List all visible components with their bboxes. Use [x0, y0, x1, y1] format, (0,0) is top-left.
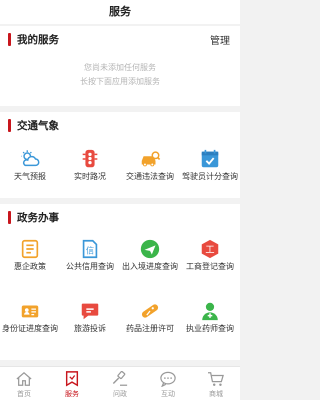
section-marker [8, 210, 11, 224]
home-icon [16, 371, 32, 386]
my-services-section: 我的服务 管理 您尚未添加任何服务 长按下面应用添加服务 [0, 26, 240, 106]
chat-icon [160, 371, 176, 387]
id-card-icon [21, 305, 39, 318]
empty-hint: 您尚未添加任何服务 [84, 63, 156, 72]
service-realtime-traffic[interactable]: 实时路况 [60, 148, 120, 182]
gov-affairs-section: 政务办事 惠企政策 信 公共信用查询 出入境进度查询 工 工商登记查询 身份证进… [0, 204, 240, 360]
page-title: 服务 [0, 0, 240, 24]
service-label: 交通违法查询 [126, 172, 174, 181]
cart-icon [208, 372, 224, 387]
tab-interact[interactable]: 互动 [144, 367, 192, 400]
tab-label: 问政 [113, 390, 127, 398]
gov-title: 政务办事 [17, 211, 59, 224]
chat-bubble-icon [81, 303, 99, 320]
service-id-card-progress[interactable]: 身份证进度查询 [0, 300, 60, 334]
service-drug-registration[interactable]: 药品注册许可 [120, 300, 180, 334]
business-registration-icon: 工 [201, 239, 219, 259]
pharmacist-icon [202, 302, 218, 321]
section-marker [8, 32, 11, 46]
tab-label: 首页 [17, 390, 31, 398]
service-exit-entry[interactable]: 出入境进度查询 [120, 238, 180, 272]
tab-mall[interactable]: 商城 [192, 367, 240, 400]
service-business-registration[interactable]: 工 工商登记查询 [180, 238, 240, 272]
service-label: 公共信用查询 [66, 262, 114, 271]
document-list-icon [21, 239, 39, 259]
traffic-weather-section: 交通气象 天气预报 实时路况 交通违法查询 驾驶员计分查询 [0, 112, 240, 198]
tab-service[interactable]: 服务 [48, 367, 96, 400]
service-label: 药品注册许可 [126, 324, 174, 333]
tab-home[interactable]: 首页 [0, 367, 48, 400]
service-label: 工商登记查询 [186, 262, 234, 271]
service-label: 驾驶员计分查询 [182, 172, 238, 181]
car-violation-icon [141, 151, 161, 167]
bottom-tab-bar: 首页 服务 问政 互动 商城 [0, 366, 240, 400]
traffic-light-icon [82, 149, 98, 168]
service-icon [65, 371, 79, 387]
service-label: 惠企政策 [14, 262, 46, 271]
traffic-heading: 交通气象 [8, 118, 59, 132]
service-pharmacist-query[interactable]: 执业药师查询 [180, 300, 240, 334]
service-enterprise-policy[interactable]: 惠企政策 [0, 238, 60, 272]
service-label: 旅游投诉 [74, 324, 106, 333]
section-marker [8, 118, 11, 132]
gov-heading: 政务办事 [8, 210, 59, 224]
my-services-heading: 我的服务 [8, 32, 59, 46]
weather-icon [21, 150, 40, 167]
service-label: 执业药师查询 [186, 324, 234, 333]
service-tourism-complaint[interactable]: 旅游投诉 [60, 300, 120, 334]
airplane-icon [140, 239, 160, 259]
traffic-title: 交通气象 [17, 119, 59, 132]
service-traffic-violation[interactable]: 交通违法查询 [120, 148, 180, 182]
svg-text:信: 信 [86, 246, 94, 256]
service-public-credit[interactable]: 信 公共信用查询 [60, 238, 120, 272]
tab-label: 商城 [209, 390, 223, 398]
gavel-icon [112, 371, 128, 386]
calendar-check-icon [201, 149, 219, 168]
my-services-title: 我的服务 [17, 33, 59, 46]
service-driver-points[interactable]: 驾驶员计分查询 [180, 148, 240, 182]
tab-label: 互动 [161, 390, 175, 398]
service-weather[interactable]: 天气预报 [0, 148, 60, 182]
service-label: 天气预报 [14, 172, 46, 181]
pill-icon [141, 304, 159, 318]
empty-hint-secondary: 长按下面应用添加服务 [80, 77, 160, 86]
service-label: 身份证进度查询 [2, 324, 58, 333]
service-label: 出入境进度查询 [122, 262, 178, 271]
manage-button[interactable]: 管理 [210, 32, 230, 47]
tab-inquiry[interactable]: 问政 [96, 367, 144, 400]
credit-icon: 信 [82, 239, 98, 259]
service-label: 实时路况 [74, 172, 106, 181]
tab-label: 服务 [65, 390, 79, 398]
svg-text:工: 工 [205, 245, 214, 256]
